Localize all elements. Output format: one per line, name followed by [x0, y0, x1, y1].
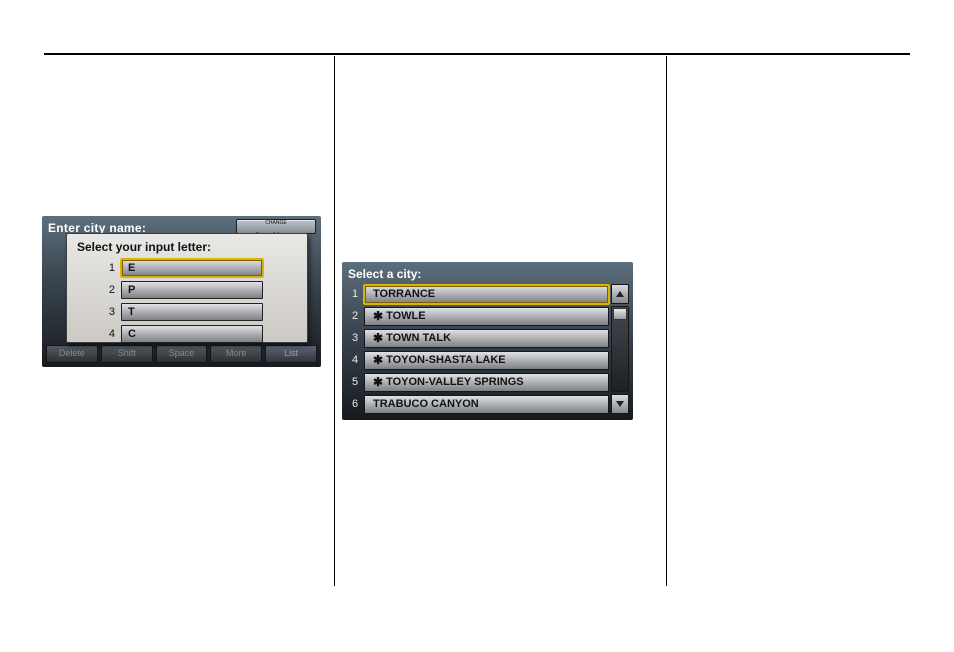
- city-row-cell: ✱ TOYON-VALLEY SPRINGS: [364, 373, 609, 392]
- letter-option-number: 3: [77, 306, 121, 318]
- city-row-number: 2: [346, 310, 364, 322]
- letter-option[interactable]: 4 C: [77, 324, 297, 344]
- scroll-thumb[interactable]: [613, 308, 627, 320]
- city-row[interactable]: 5 ✱ TOYON-VALLEY SPRINGS: [346, 372, 609, 392]
- space-button[interactable]: Space: [156, 345, 208, 363]
- city-row-number: 1: [346, 288, 364, 300]
- city-name: TOYON-VALLEY SPRINGS: [386, 374, 524, 391]
- keyboard-toolbar: Delete Shift Space More List: [46, 345, 317, 363]
- letter-list: 1 E 2 P 3 T 4 C: [77, 258, 297, 344]
- letter-option-number: 4: [77, 328, 121, 340]
- letter-option[interactable]: 2 P: [77, 280, 297, 300]
- city-name: TORRANCE: [373, 286, 435, 303]
- letter-option[interactable]: 1 E: [77, 258, 297, 278]
- city-row[interactable]: 6 TRABUCO CANYON: [346, 394, 609, 414]
- column-separator-1: [334, 56, 335, 586]
- say-name-button[interactable]: CHANGE Say Name: [236, 219, 316, 234]
- enter-city-name-screen: Enter city name: CHANGE Say Name Delete …: [42, 216, 321, 367]
- scroll-down-button[interactable]: [611, 394, 629, 414]
- letter-option-value: E: [121, 259, 263, 277]
- list-button[interactable]: List: [265, 345, 317, 363]
- chevron-down-icon: [615, 400, 625, 408]
- select-city-title: Select a city:: [348, 267, 421, 281]
- city-row-cell: ✱ TOYON-SHASTA LAKE: [364, 351, 609, 370]
- letter-option-value: C: [121, 325, 263, 343]
- city-list: 1 TORRANCE 2 ✱ TOWLE 3 ✱ TOWN TALK: [346, 284, 609, 416]
- shift-button[interactable]: Shift: [101, 345, 153, 363]
- delete-button[interactable]: Delete: [46, 345, 98, 363]
- letter-option-value: P: [121, 281, 263, 299]
- city-row-number: 3: [346, 332, 364, 344]
- letter-option-number: 1: [77, 262, 121, 274]
- city-row-cell: TRABUCO CANYON: [364, 395, 609, 414]
- city-row-number: 6: [346, 398, 364, 410]
- header-rule: [44, 53, 910, 55]
- select-letter-title: Select your input letter:: [77, 240, 297, 254]
- asterisk-icon: ✱: [373, 310, 383, 322]
- letter-option[interactable]: 3 T: [77, 302, 297, 322]
- scroll-up-button[interactable]: [611, 284, 629, 304]
- select-letter-popover: Select your input letter: 1 E 2 P 3 T 4 …: [66, 233, 308, 343]
- city-scrollbar: [611, 284, 629, 414]
- city-name: TOWLE: [386, 308, 426, 325]
- city-row-cell: TORRANCE: [364, 285, 609, 304]
- chevron-up-icon: [615, 290, 625, 298]
- say-name-change-label: CHANGE: [237, 221, 315, 226]
- city-row[interactable]: 2 ✱ TOWLE: [346, 306, 609, 326]
- letter-option-value: T: [121, 303, 263, 321]
- column-separator-2: [666, 56, 667, 586]
- letter-option-number: 2: [77, 284, 121, 296]
- more-button[interactable]: More: [210, 345, 262, 363]
- asterisk-icon: ✱: [373, 354, 383, 366]
- asterisk-icon: ✱: [373, 376, 383, 388]
- select-city-screen: Select a city: 1 TORRANCE 2 ✱ TOWLE 3 ✱: [342, 262, 633, 420]
- city-row[interactable]: 3 ✱ TOWN TALK: [346, 328, 609, 348]
- city-name: TOWN TALK: [386, 330, 451, 347]
- city-row-number: 4: [346, 354, 364, 366]
- document-page: Enter city name: CHANGE Say Name Delete …: [0, 0, 954, 652]
- city-row-cell: ✱ TOWLE: [364, 307, 609, 326]
- asterisk-icon: ✱: [373, 332, 383, 344]
- scroll-track[interactable]: [611, 306, 629, 392]
- city-row-number: 5: [346, 376, 364, 388]
- city-name: TRABUCO CANYON: [373, 396, 479, 413]
- city-row[interactable]: 4 ✱ TOYON-SHASTA LAKE: [346, 350, 609, 370]
- city-row-cell: ✱ TOWN TALK: [364, 329, 609, 348]
- city-name: TOYON-SHASTA LAKE: [386, 352, 506, 369]
- city-row[interactable]: 1 TORRANCE: [346, 284, 609, 304]
